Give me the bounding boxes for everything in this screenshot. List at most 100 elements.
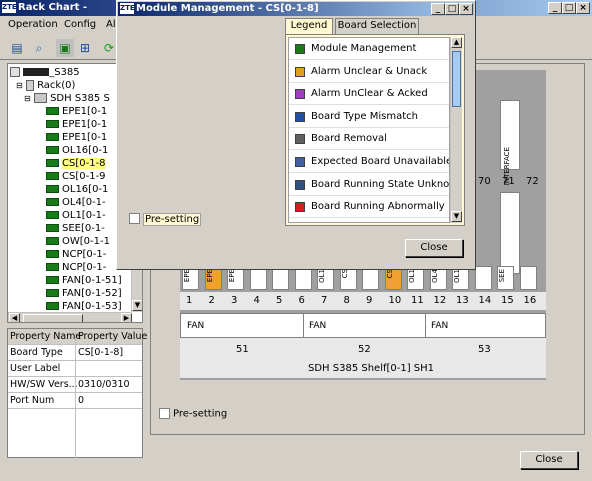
slot-number: 11	[411, 295, 424, 306]
tree-board-item[interactable]: FAN[0-1-52]	[46, 287, 122, 300]
property-table: Property Name Property Value Board Type C…	[7, 328, 147, 459]
maximize-button[interactable]: □	[562, 2, 576, 14]
scroll-left-icon[interactable]: ◀	[9, 313, 20, 322]
board-icon	[46, 185, 59, 193]
removal-icon	[295, 134, 305, 145]
slot-number: 2	[208, 295, 215, 306]
fan-label-53[interactable]: FAN	[431, 321, 448, 331]
tree-board-item[interactable]: NCP[0-1-	[46, 248, 106, 261]
binoculars-icon[interactable]: ⌕	[30, 39, 48, 57]
hscroll-thumb[interactable]	[23, 314, 83, 322]
close-window-button[interactable]: ×	[576, 2, 590, 14]
rack-icon	[25, 79, 34, 91]
legend-label: Board Removal	[311, 133, 387, 145]
dialog-maximize-button[interactable]: □	[445, 3, 459, 15]
tree-board-item[interactable]: OL16[0-1	[46, 183, 108, 196]
layout-icon[interactable]: ⊞	[76, 39, 94, 57]
col-property-value[interactable]: Property Value	[78, 331, 147, 342]
property-value: 0310/0310	[78, 379, 130, 390]
slot-number-70: 70	[478, 176, 491, 187]
tree-board-item[interactable]: CS[0-1-9	[46, 170, 106, 183]
scroll-right-icon[interactable]: ▶	[121, 313, 132, 322]
tree-board-item[interactable]: OL16[0-1	[46, 144, 108, 157]
tree-board-item[interactable]: EPE1[0-1	[46, 105, 107, 118]
module-management-dialog: ZTE Module Management - CS[0-1-8] _ □ × …	[116, 0, 476, 270]
properties-icon[interactable]: ▤	[8, 39, 26, 57]
tree-rack[interactable]: ⊟ Rack(0)	[16, 79, 75, 92]
fan-label-51[interactable]: FAN	[187, 321, 204, 331]
board-icon	[46, 146, 59, 154]
dialog-close-button[interactable]: ×	[459, 3, 473, 15]
alarm-unack-icon	[295, 66, 305, 77]
slot-board-16[interactable]	[519, 266, 537, 290]
menu-alarm[interactable]: Al	[106, 19, 116, 30]
redacted-name	[23, 68, 50, 76]
shelf-icon	[33, 93, 47, 103]
legend-item: Board Running State Unkno...	[289, 174, 449, 196]
dialog-title: Module Management - CS[0-1-8]	[136, 3, 319, 14]
minimize-button[interactable]: _	[548, 2, 562, 14]
slot-label: OL1	[453, 269, 461, 283]
legend-label: Expected Board Unavailable	[311, 156, 450, 167]
slot-number: 7	[321, 295, 328, 306]
legend-item: Alarm UnClear & Acked	[289, 83, 449, 106]
tree-shelf[interactable]: ⊟ SDH S385 S	[24, 92, 110, 105]
main-presetting-checkbox[interactable]: Pre-setting	[159, 408, 227, 420]
scroll-down-icon[interactable]: ▼	[132, 300, 142, 311]
see-board[interactable]	[500, 192, 520, 274]
tree-board-item[interactable]: OL4[0-1-	[46, 196, 106, 209]
board-icon	[46, 133, 59, 141]
fan-label-52[interactable]: FAN	[309, 321, 326, 331]
slot-label: CS	[385, 269, 394, 279]
tree-board-item[interactable]: SEE[0-1-	[46, 222, 105, 235]
legend-item: Alarm Unclear & Unack	[289, 61, 449, 83]
legend-scroll-thumb[interactable]	[452, 51, 461, 107]
board-icon	[46, 211, 59, 219]
fan-row: FAN FAN FAN	[180, 313, 546, 338]
legend-label: Board Running State Unkno...	[311, 178, 450, 190]
board-view-icon[interactable]: ▣	[56, 39, 74, 57]
legend-scrollbar[interactable]: ▲ ▼	[450, 37, 462, 223]
tree-root[interactable]: _S385	[10, 66, 80, 79]
slot-number: 8	[343, 295, 350, 306]
legend-label: Alarm Unclear & Unack	[311, 65, 428, 77]
tree-board-item[interactable]: NCP[0-1-	[46, 261, 106, 274]
main-close-button[interactable]: Close	[520, 451, 578, 469]
dialog-minimize-button[interactable]: _	[431, 3, 445, 15]
slot-board-14[interactable]	[474, 266, 492, 290]
tree-board-item[interactable]: EPE1[0-1	[46, 131, 107, 144]
unknown-state-icon	[295, 179, 305, 190]
slot-label: OL1	[408, 269, 416, 283]
slot-board-15[interactable]: SEE	[497, 266, 514, 290]
tab-board-selection[interactable]: Board Selection	[335, 18, 419, 34]
legend-label: Alarm UnClear & Acked	[311, 88, 428, 100]
zte-logo-icon: ZTE	[2, 2, 17, 13]
tree-board-item[interactable]: OW[0-1-1	[46, 235, 110, 248]
tree-board-item[interactable]: CS[0-1-8	[46, 157, 106, 170]
tab-legend[interactable]: Legend	[285, 18, 333, 34]
interface-board[interactable]: INTERFACE	[500, 100, 520, 185]
slot-number: 3	[231, 295, 238, 306]
property-name: User Label	[10, 363, 61, 374]
legend-list: Module Management Alarm Unclear & Unack Al…	[288, 37, 450, 223]
menu-config[interactable]: Config	[64, 19, 96, 30]
slot-label: CS	[340, 269, 349, 279]
dialog-presetting-checkbox[interactable]: Pre-setting	[129, 212, 202, 226]
slot-label: OL1	[318, 269, 326, 283]
legend-scroll-down-icon[interactable]: ▼	[451, 211, 462, 222]
menu-operation[interactable]: Operation	[8, 19, 58, 30]
tree-board-item[interactable]: EPE1[0-1	[46, 118, 107, 131]
property-name: Board Type	[10, 347, 63, 358]
tree-board-item[interactable]: OL1[0-1-	[46, 209, 106, 222]
col-property-name[interactable]: Property Name	[10, 331, 81, 342]
slot-number-72: 72	[526, 176, 539, 187]
legend-scroll-up-icon[interactable]: ▲	[451, 37, 462, 48]
tree-board-item[interactable]: FAN[0-1-51]	[46, 274, 122, 287]
board-icon	[46, 289, 59, 297]
board-icon	[46, 198, 59, 206]
board-icon	[46, 107, 59, 115]
slot-number: 9	[366, 295, 373, 306]
dialog-close-btn[interactable]: Close	[405, 239, 463, 257]
tree-hscrollbar[interactable]: ◀ ▶	[8, 312, 132, 322]
module-icon	[295, 44, 305, 54]
